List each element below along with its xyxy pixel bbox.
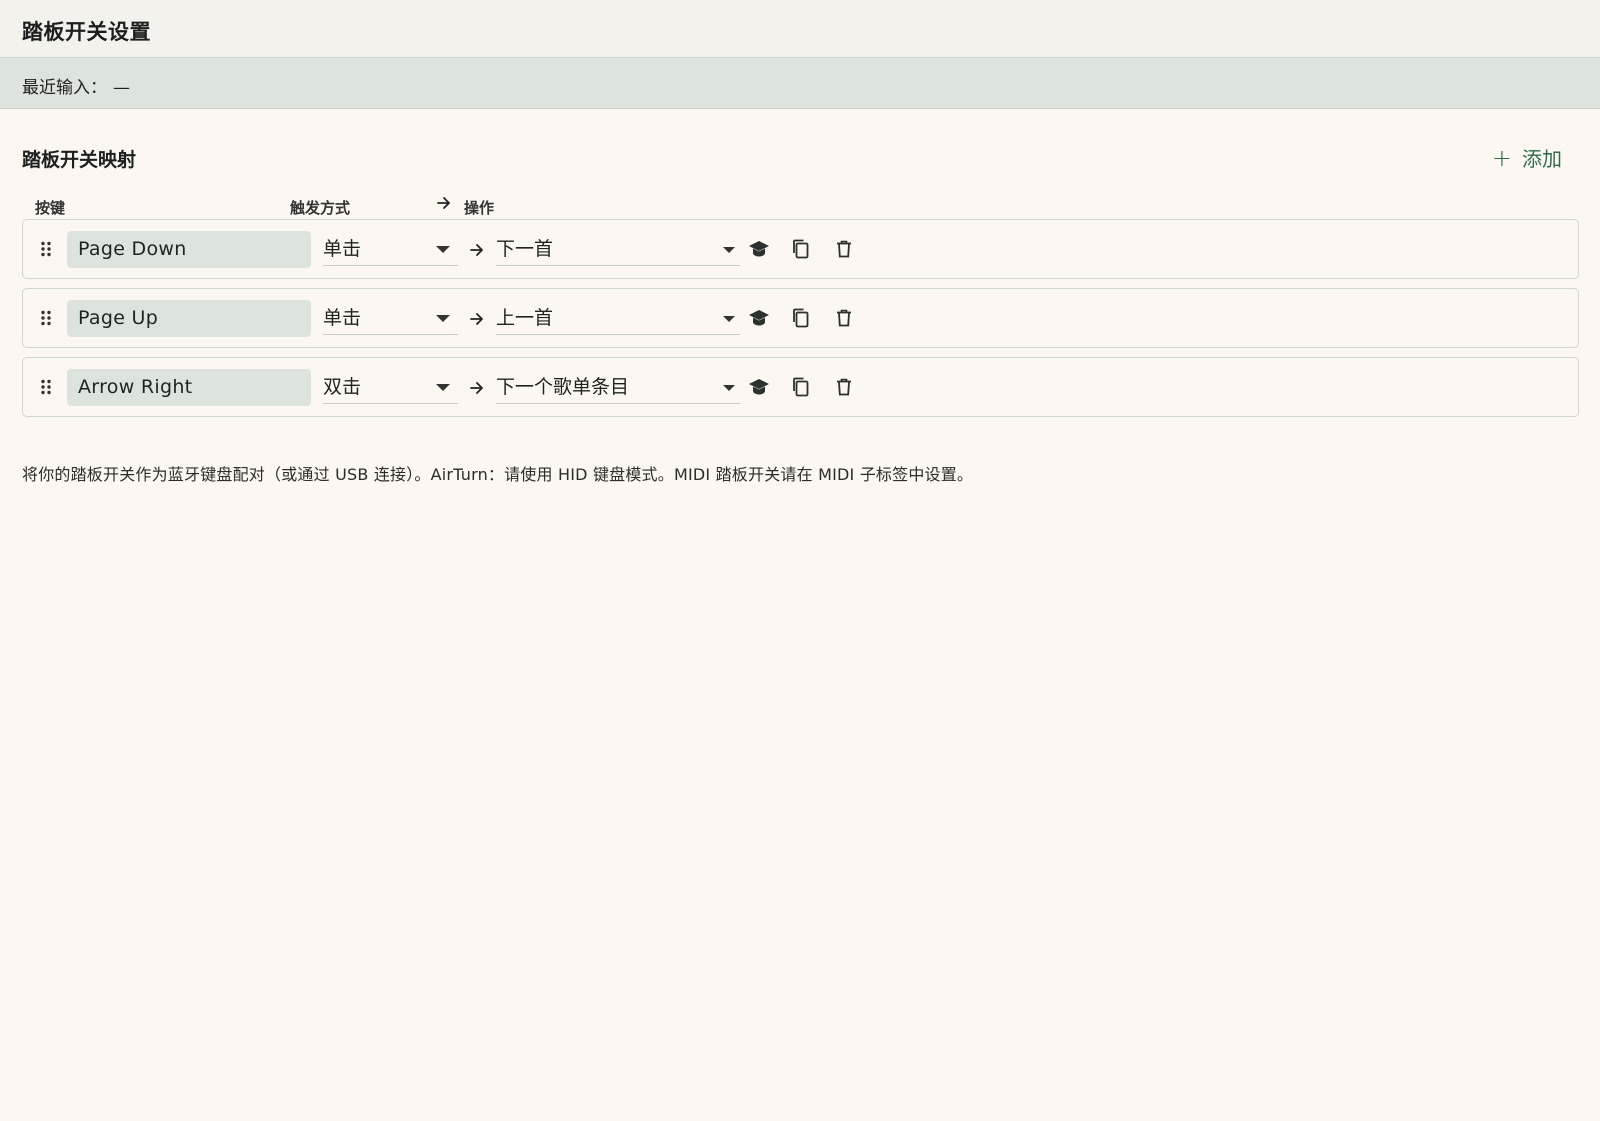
learn-cap-icon[interactable] [748, 307, 770, 329]
column-header-key: 按键 [35, 199, 66, 217]
page-title: 踏板开关设置 [22, 20, 151, 44]
column-header-trigger: 触发方式 [290, 199, 351, 217]
trigger-select[interactable]: 单击 [323, 232, 458, 266]
last-input-label: 最近输入： [22, 78, 107, 98]
copy-icon[interactable] [790, 238, 812, 260]
trigger-select-value: 单击 [323, 307, 362, 329]
trigger-select[interactable]: 单击 [323, 301, 458, 335]
caret-down-icon [436, 246, 450, 253]
trash-icon[interactable] [833, 376, 855, 398]
drag-handle-icon[interactable] [40, 310, 52, 326]
mapping-row: Page Up 单击 上一首 [22, 288, 1579, 348]
copy-icon[interactable] [790, 376, 812, 398]
key-field[interactable]: Arrow Right [67, 369, 311, 406]
drag-handle-icon[interactable] [40, 379, 52, 395]
trigger-select-value: 单击 [323, 238, 362, 260]
caret-down-icon [723, 385, 735, 391]
trash-icon[interactable] [833, 238, 855, 260]
trigger-select[interactable]: 双击 [323, 370, 458, 404]
last-input-value: — [113, 78, 130, 98]
help-text: 将你的踏板开关作为蓝牙键盘配对（或通过 USB 连接）。AirTurn：请使用 … [22, 465, 974, 484]
action-select-value: 上一首 [496, 307, 554, 329]
caret-down-icon [436, 384, 450, 391]
caret-down-icon [723, 247, 735, 253]
arrow-right-icon [470, 380, 484, 394]
arrow-right-icon [470, 242, 484, 256]
arrow-right-icon [437, 196, 451, 214]
column-header-action: 操作 [464, 199, 495, 217]
add-mapping-label: 添加 [1522, 147, 1562, 171]
learn-cap-icon[interactable] [748, 238, 770, 260]
last-input-bar: 最近输入： — [0, 58, 1600, 109]
learn-cap-icon[interactable] [748, 376, 770, 398]
mapping-row: Arrow Right 双击 下一个歌单条目 [22, 357, 1579, 417]
title-bar: 踏板开关设置 [0, 0, 1600, 58]
drag-handle-icon[interactable] [40, 241, 52, 257]
key-field[interactable]: Page Down [67, 231, 311, 268]
mapping-section-title: 踏板开关映射 [22, 149, 137, 171]
trash-icon[interactable] [833, 307, 855, 329]
action-select[interactable]: 上一首 [496, 301, 740, 335]
caret-down-icon [723, 316, 735, 322]
copy-icon[interactable] [790, 307, 812, 329]
action-select-value: 下一个歌单条目 [496, 376, 630, 398]
action-select-value: 下一首 [496, 238, 554, 260]
mapping-row: Page Down 单击 下一首 [22, 219, 1579, 279]
trigger-select-value: 双击 [323, 376, 362, 398]
action-select[interactable]: 下一首 [496, 232, 740, 266]
last-input-status: 最近输入： — [22, 73, 130, 98]
plus-icon: + [1491, 143, 1512, 172]
add-mapping-button[interactable]: + 添加 [1492, 143, 1562, 172]
key-field[interactable]: Page Up [67, 300, 311, 337]
arrow-right-icon [470, 311, 484, 325]
caret-down-icon [436, 315, 450, 322]
action-select[interactable]: 下一个歌单条目 [496, 370, 740, 404]
